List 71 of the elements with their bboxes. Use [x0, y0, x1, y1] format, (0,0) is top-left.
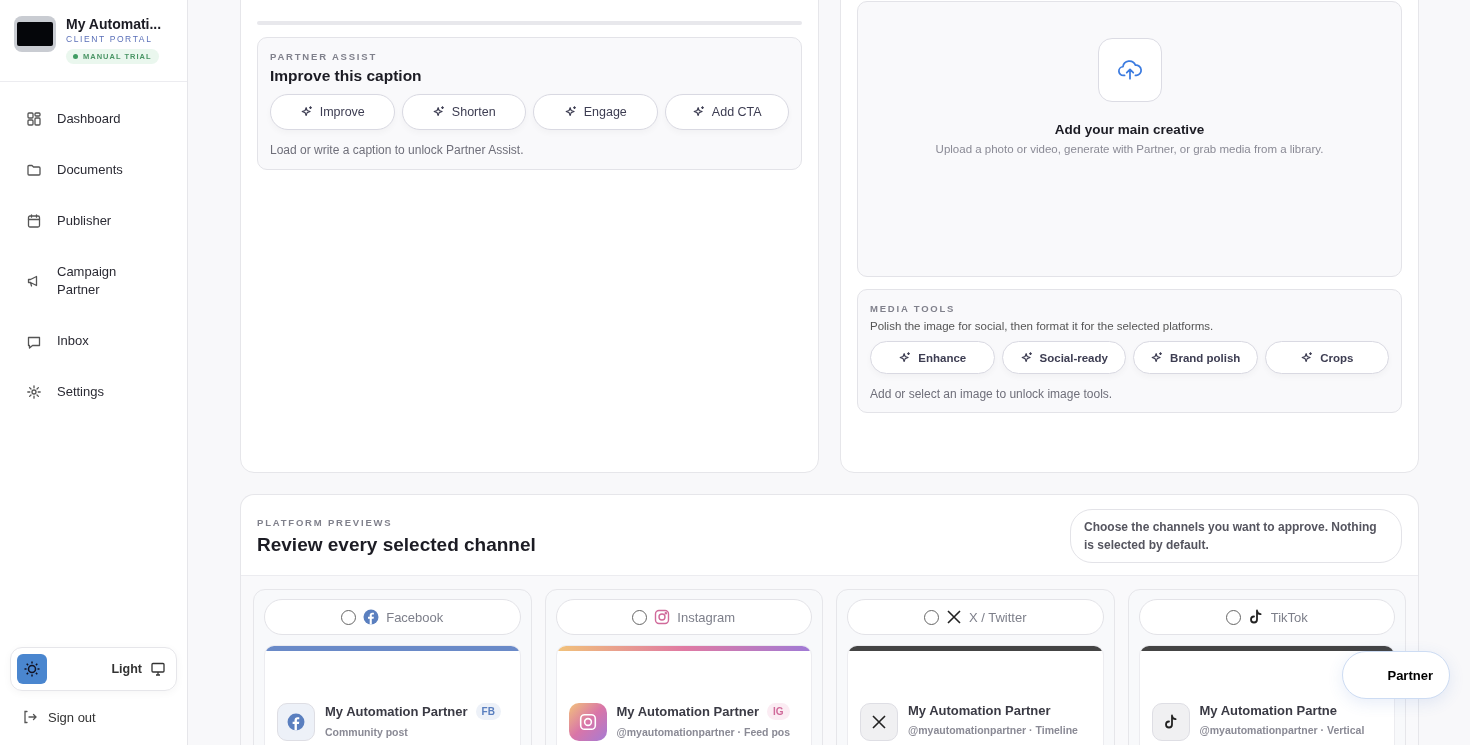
- assist-button[interactable]: Shorten: [401, 94, 526, 130]
- avatar-icon: [277, 703, 315, 741]
- avatar-icon: [860, 703, 898, 741]
- theme-toggle[interactable]: Light: [10, 647, 177, 691]
- media-tool-button[interactable]: Enhance: [870, 341, 995, 374]
- channel-toggle[interactable]: TikTok: [1138, 599, 1395, 635]
- account-name: My Automation Partne: [1199, 703, 1337, 718]
- assist-button[interactable]: Add CTA: [664, 94, 789, 130]
- sparkle-icon: [691, 105, 706, 119]
- nav-item[interactable]: Publisher: [0, 197, 187, 245]
- section-eyebrow: MEDIA TOOLS: [870, 303, 957, 314]
- post-type: @myautomationpartner · Timeline: [908, 724, 1078, 736]
- section-eyebrow: PLATFORM PREVIEWS: [257, 516, 394, 528]
- instagram-icon: [654, 609, 671, 625]
- theme-label: Light: [111, 662, 142, 676]
- assist-button[interactable]: Engage: [533, 94, 658, 130]
- gear-icon: [26, 384, 42, 401]
- platform-tag: IG: [767, 703, 790, 720]
- sun-icon: [17, 654, 47, 684]
- avatar-icon: [1151, 703, 1190, 741]
- x-logo-icon: [945, 609, 962, 625]
- monitor-icon: [150, 661, 166, 677]
- account-name: My Automation Partner: [616, 704, 760, 719]
- sign-out-link[interactable]: Sign out: [0, 691, 187, 745]
- music-note-icon: [1247, 609, 1264, 625]
- panel-title: Improve this caption: [270, 67, 423, 85]
- facebook-icon: [363, 609, 380, 625]
- calendar-icon: [26, 213, 42, 230]
- sparkle-icon: [431, 105, 446, 119]
- upload-subtitle: Upload a photo or video, generate with Partner, or grab media from a library.: [935, 143, 1324, 155]
- partner-button[interactable]: Partner: [1342, 651, 1450, 699]
- nav-item[interactable]: Campaign Partner: [0, 248, 187, 315]
- nav-item[interactable]: Settings: [0, 369, 187, 416]
- media-tool-button[interactable]: Social-ready: [1001, 341, 1126, 374]
- brand-name: My Automati...: [66, 16, 162, 32]
- section-title: Review every selected channel: [257, 533, 536, 556]
- sign-out-icon: [22, 709, 38, 725]
- sparkle-icon: [299, 105, 314, 119]
- sparkle-icon: [563, 105, 578, 119]
- account-name: My Automation Partner: [325, 704, 468, 719]
- platform-tag: FB: [475, 703, 501, 720]
- nav-item[interactable]: Dashboard: [0, 96, 187, 143]
- assist-button[interactable]: Improve: [270, 94, 395, 130]
- panel-description: Polish the image for social, then format it for the selected platforms.: [870, 320, 1215, 332]
- grid-icon: [26, 111, 42, 128]
- post-type: @myautomationpartner · Vertical: [1199, 724, 1365, 736]
- folder-icon: [26, 162, 42, 179]
- media-tool-button[interactable]: Brand polish: [1133, 341, 1258, 374]
- post-type: Community post: [325, 726, 409, 738]
- account-name: My Automation Partner: [908, 703, 1051, 718]
- nav-item[interactable]: Documents: [0, 146, 187, 194]
- hint-text: Add or select an image to unlock image tools.: [870, 387, 1114, 401]
- hint-text: Load or write a caption to unlock Partner Assist.: [270, 143, 525, 157]
- section-eyebrow: PARTNER ASSIST: [270, 51, 378, 62]
- upload-button[interactable]: [1097, 38, 1162, 102]
- upload-title: Add your main creative: [1054, 122, 1205, 137]
- nav-item[interactable]: Inbox: [0, 318, 187, 366]
- upload-dropzone[interactable]: Add your main creative Upload a photo or video, generate with Partner, or grab media from a library.: [857, 1, 1402, 277]
- channel-toggle[interactable]: X / Twitter: [847, 599, 1104, 635]
- sparkle-icon: [1150, 350, 1165, 365]
- channel-toggle[interactable]: Instagram: [555, 599, 812, 635]
- avatar-icon: [568, 703, 607, 741]
- post-type: @myautomationpartner · Feed pos: [616, 726, 791, 738]
- sparkle-icon: [1019, 350, 1034, 365]
- info-note: Choose the channels you want to approve. Nothing is selected by default.: [1070, 509, 1402, 563]
- logo-icon: [14, 16, 56, 52]
- sparkle-icon: [1300, 350, 1315, 365]
- brand-subtitle: CLIENT PORTAL: [66, 34, 154, 44]
- sparkle-icon: [898, 350, 913, 365]
- media-tool-button[interactable]: Crops: [1264, 341, 1389, 374]
- channel-toggle[interactable]: Facebook: [264, 599, 521, 635]
